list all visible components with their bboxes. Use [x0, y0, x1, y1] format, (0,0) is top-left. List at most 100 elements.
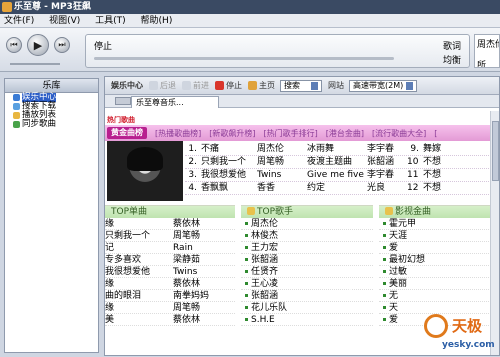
menu-tools[interactable]: 工具(T) [91, 14, 134, 28]
next-button[interactable]: ⏭ [54, 37, 70, 53]
list-item[interactable]: 美蔡依林 [105, 314, 235, 326]
stop-button[interactable]: 停止 [215, 80, 242, 91]
nav-link[interactable]: [新歌飙升榜] [209, 128, 255, 139]
artist-link[interactable]: Twins [257, 169, 307, 181]
vertical-scrollbar[interactable] [490, 111, 499, 355]
previous-button[interactable]: ⏮ [6, 37, 22, 53]
song-link[interactable]: 约定 [307, 182, 367, 194]
list-item[interactable]: 天 [379, 302, 491, 314]
bullet-icon [383, 294, 386, 297]
list-item[interactable]: 爱 [379, 242, 491, 254]
list-item[interactable]: 只剩我一个 周笔畅 [105, 230, 235, 242]
song-link[interactable]: 香飘飘 [201, 182, 257, 194]
list-item[interactable]: 缘蔡依林 [105, 278, 235, 290]
next-icon: ⏭ [58, 40, 66, 49]
list-item[interactable]: 任贤齐 [241, 266, 373, 278]
song-link[interactable]: 不痛 [201, 143, 257, 155]
back-button[interactable]: 后退 [149, 80, 176, 91]
list-item[interactable]: 霍元甲 [379, 218, 491, 230]
nav-link[interactable]: [ [434, 129, 437, 138]
chevron-down-icon [311, 81, 318, 90]
search-select[interactable]: 搜索 [280, 79, 322, 92]
list-item[interactable]: 张韶涵 [241, 254, 373, 266]
bullet-icon [245, 234, 248, 237]
song-link[interactable]: 我很想爱他 [201, 169, 257, 181]
search-download-icon [13, 103, 20, 110]
table-row: 4.香飘飘香香约定光良12.不想 [185, 182, 491, 195]
list-item[interactable]: 曲的眼泪 南拳妈妈 [105, 290, 235, 302]
song-link[interactable]: 不想 [423, 156, 463, 168]
tab-page[interactable]: 乐至尊音乐... [131, 96, 219, 108]
sidebar-item-label: 同步歌曲 [22, 119, 57, 129]
nav-link[interactable]: [热门歌手排行] [264, 128, 318, 139]
list-item[interactable]: 无 [379, 290, 491, 302]
window-title: 乐至尊 - MP3狂飙 [14, 2, 91, 12]
menu-help[interactable]: 帮助(H) [137, 14, 181, 28]
list-item[interactable]: 王力宏 [241, 242, 373, 254]
volume-slider[interactable] [10, 63, 60, 65]
list-item[interactable]: 周杰伦 [241, 218, 373, 230]
song-link[interactable]: 舞嫁 [423, 143, 463, 155]
nav-link[interactable]: [港台金曲] [326, 128, 364, 139]
list-item[interactable]: 记 Rain [105, 242, 235, 254]
list-item[interactable]: 林俊杰 [241, 230, 373, 242]
web-content: 热门歌曲 黄金曲榜 [热播歌曲榜] [新歌飙升榜] [热门歌手排行] [港台金曲… [105, 111, 491, 357]
sidebar-item-sync[interactable]: 同步歌曲 [5, 120, 98, 129]
section-header: 影视金曲 [379, 206, 491, 218]
artist-link[interactable]: 光良 [367, 182, 407, 194]
album-art-image[interactable] [107, 141, 183, 201]
list-item[interactable]: 美丽 [379, 278, 491, 290]
list-item[interactable]: 缘蔡依林 [105, 218, 235, 230]
list-item[interactable]: 缘周笔畅 [105, 302, 235, 314]
bullet-icon [383, 234, 386, 237]
nav-link[interactable]: [流行歌曲大全] [372, 128, 426, 139]
artist-link[interactable]: 李宇春 [367, 143, 407, 155]
list-item[interactable]: 天涯 [379, 230, 491, 242]
bullet-icon [383, 318, 386, 321]
song-link[interactable]: 只剩我一个 [201, 156, 257, 168]
table-row: 2.只剩我一个周笔畅夜渡主题曲张韶涵10.不想 [185, 156, 491, 169]
bandwidth-select[interactable]: 高速带宽(2M) [349, 79, 417, 92]
song-link[interactable]: 不想 [423, 169, 463, 181]
artist-link[interactable]: 香香 [257, 182, 307, 194]
artist-link[interactable]: 周杰伦 [257, 143, 307, 155]
nav-link[interactable]: [热播歌曲榜] [155, 128, 201, 139]
artist-link[interactable]: 张韶涵 [367, 156, 407, 168]
search-panel[interactable]: 周杰伦 所 [474, 34, 500, 68]
forward-button[interactable]: 前进 [182, 80, 209, 91]
sync-icon [13, 121, 20, 128]
movie-songs-section: 影视金曲 霍元甲 天涯 爱 最初幻想 过敏 美丽 无 天 爱 [379, 205, 491, 357]
artist-link[interactable]: 李宇春 [367, 169, 407, 181]
home-button[interactable]: 主页 [248, 80, 275, 91]
back-arrow-icon [149, 81, 158, 90]
menu-file[interactable]: 文件(F) [0, 14, 42, 28]
equalizer-button[interactable]: 均衡 [443, 53, 461, 66]
tab-nav-control[interactable] [115, 97, 131, 105]
previous-icon: ⏮ [10, 40, 18, 49]
artist-link[interactable]: 周笔畅 [257, 156, 307, 168]
list-item[interactable]: 专多喜欢 梁静茹 [105, 254, 235, 266]
golden-chart-title: 黄金曲榜 [107, 127, 147, 139]
menu-view[interactable]: 视图(V) [45, 14, 88, 28]
lyrics-button[interactable]: 歌词 [443, 39, 461, 52]
song-link[interactable]: 夜渡主题曲 [307, 156, 367, 168]
seek-bar[interactable] [94, 57, 394, 60]
list-item[interactable]: 花儿乐队 [241, 302, 373, 314]
list-item[interactable]: 爱 [379, 314, 491, 326]
bullet-icon [383, 258, 386, 261]
list-item[interactable]: S.H.E [241, 314, 373, 326]
list-item[interactable]: 最初幻想 [379, 254, 491, 266]
bullet-icon [245, 294, 248, 297]
play-button[interactable]: ▶ [27, 34, 49, 56]
song-link[interactable]: Give me five [307, 169, 367, 181]
song-link[interactable]: 不想 [423, 182, 463, 194]
bullet-icon [245, 282, 248, 285]
list-item[interactable]: 我很想爱他 Twins [105, 266, 235, 278]
bullet-icon [245, 258, 248, 261]
song-link[interactable]: 冰雨舞 [307, 143, 367, 155]
top-artists-section: TOP歌手 周杰伦 林俊杰 王力宏 张韶涵 任贤齐 王心凌 张韶涵 花儿乐队 S… [241, 205, 373, 357]
stop-icon [215, 81, 224, 90]
list-item[interactable]: 过敏 [379, 266, 491, 278]
scrollbar-thumb[interactable] [492, 121, 499, 181]
section-header: TOP歌手 [241, 206, 373, 218]
